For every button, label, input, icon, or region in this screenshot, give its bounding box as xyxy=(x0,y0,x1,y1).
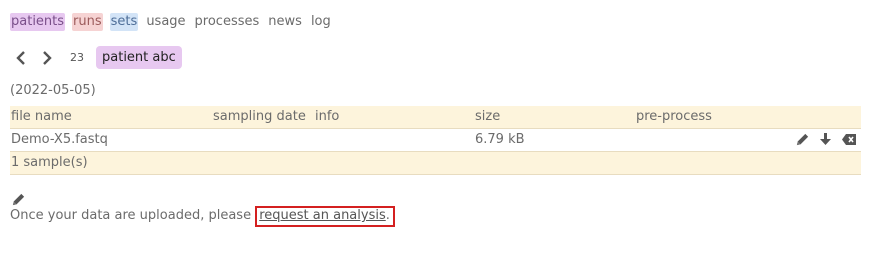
top-nav: patients runs sets usage processes news … xyxy=(10,13,332,31)
patient-count: 23 xyxy=(70,51,84,64)
table-header: file name sampling date info size pre-pr… xyxy=(10,106,861,129)
file-name-cell: Demo-X5.fastq xyxy=(11,132,108,147)
column-header-sampling-date: sampling date xyxy=(213,109,306,124)
nav-log[interactable]: log xyxy=(310,13,332,31)
upload-hint-suffix: . xyxy=(385,208,390,223)
table-row: Demo-X5.fastq 6.79 kB xyxy=(10,129,861,151)
column-header-file-name: file name xyxy=(11,109,72,124)
nav-runs[interactable]: runs xyxy=(72,13,103,31)
nav-patients[interactable]: patients xyxy=(10,13,66,31)
patient-pager: 23 patient abc xyxy=(10,46,182,69)
request-analysis-highlight: request an analysis. xyxy=(255,206,395,227)
sample-count: 1 sample(s) xyxy=(11,155,88,170)
nav-news[interactable]: news xyxy=(267,13,303,31)
chevron-left-icon[interactable] xyxy=(10,47,32,69)
sample-table: file name sampling date info size pre-pr… xyxy=(10,106,861,175)
patient-label[interactable]: patient abc xyxy=(96,46,182,69)
size-cell: 6.79 kB xyxy=(475,132,525,147)
chevron-right-icon[interactable] xyxy=(36,47,58,69)
column-header-size: size xyxy=(475,109,501,124)
nav-usage[interactable]: usage xyxy=(145,13,186,31)
upload-hint: Once your data are uploaded, please requ… xyxy=(10,206,395,227)
nav-processes[interactable]: processes xyxy=(194,13,261,31)
nav-sets[interactable]: sets xyxy=(109,13,139,31)
request-analysis-link[interactable]: request an analysis xyxy=(259,208,386,223)
column-header-pre-process: pre-process xyxy=(636,109,712,124)
column-header-info: info xyxy=(315,109,340,124)
upload-hint-text: Once your data are uploaded, please xyxy=(10,208,256,223)
table-footer: 1 sample(s) xyxy=(10,151,861,175)
patient-date: (2022-05-05) xyxy=(10,83,96,98)
